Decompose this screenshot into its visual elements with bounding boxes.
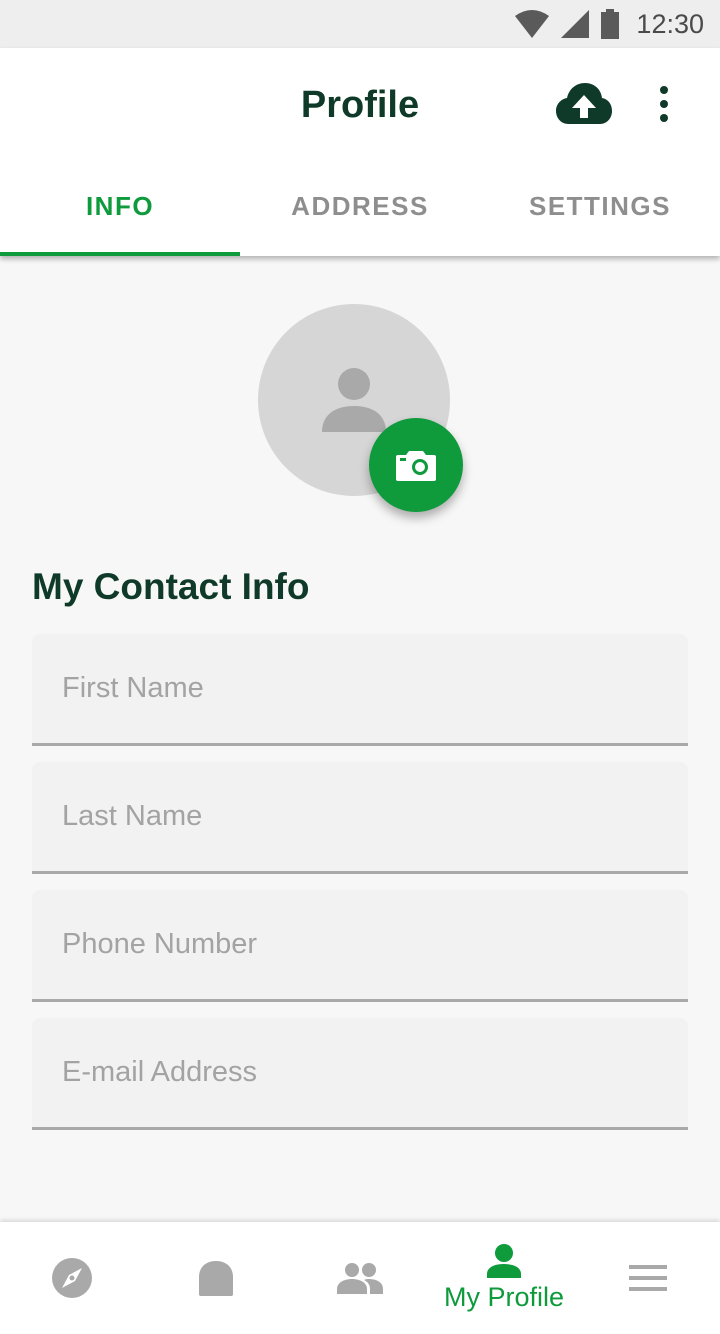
email-input[interactable]: [32, 1018, 688, 1127]
last-name-input[interactable]: [32, 762, 688, 871]
email-field: [32, 1018, 688, 1130]
nav-item-groups[interactable]: [288, 1222, 432, 1334]
nav-item-secure[interactable]: [144, 1222, 288, 1334]
tab-settings[interactable]: SETTINGS: [480, 160, 720, 256]
signal-icon: [561, 10, 590, 38]
status-time: 12:30: [636, 8, 704, 39]
lock-icon: [199, 1261, 233, 1296]
first-name-input[interactable]: [32, 634, 688, 743]
status-bar: 12:30: [0, 0, 720, 48]
person-icon: [322, 368, 386, 432]
compass-icon: [52, 1258, 92, 1298]
contact-info-title: My Contact Info: [32, 566, 310, 607]
nav-item-my-profile[interactable]: My Profile: [432, 1222, 576, 1334]
tab-address[interactable]: ADDRESS: [240, 160, 480, 256]
phone-number-field: [32, 890, 688, 1002]
bottom-navigation: My Profile: [0, 1222, 720, 1334]
nav-item-menu[interactable]: [576, 1222, 720, 1334]
first-name-field: [32, 634, 688, 746]
more-vert-icon[interactable]: [650, 84, 678, 124]
people-icon: [337, 1263, 383, 1294]
page-title: Profile: [300, 84, 420, 126]
menu-icon: [629, 1265, 667, 1291]
camera-icon: [396, 451, 436, 481]
tab-info[interactable]: INFO: [0, 160, 240, 256]
change-photo-button[interactable]: [369, 418, 463, 512]
person-icon: [487, 1243, 521, 1278]
last-name-field: [32, 762, 688, 874]
cloud-upload-icon[interactable]: [556, 82, 612, 126]
nav-item-explore[interactable]: [0, 1222, 144, 1334]
battery-icon: [601, 9, 620, 39]
phone-number-input[interactable]: [32, 890, 688, 999]
tab-bar: INFO ADDRESS SETTINGS: [0, 160, 720, 256]
nav-label-my-profile: My Profile: [443, 1281, 565, 1312]
tab-indicator: [0, 252, 240, 256]
wifi-icon: [515, 10, 550, 38]
app-bar: Profile INFO ADDRESS SETTINGS: [0, 48, 720, 256]
